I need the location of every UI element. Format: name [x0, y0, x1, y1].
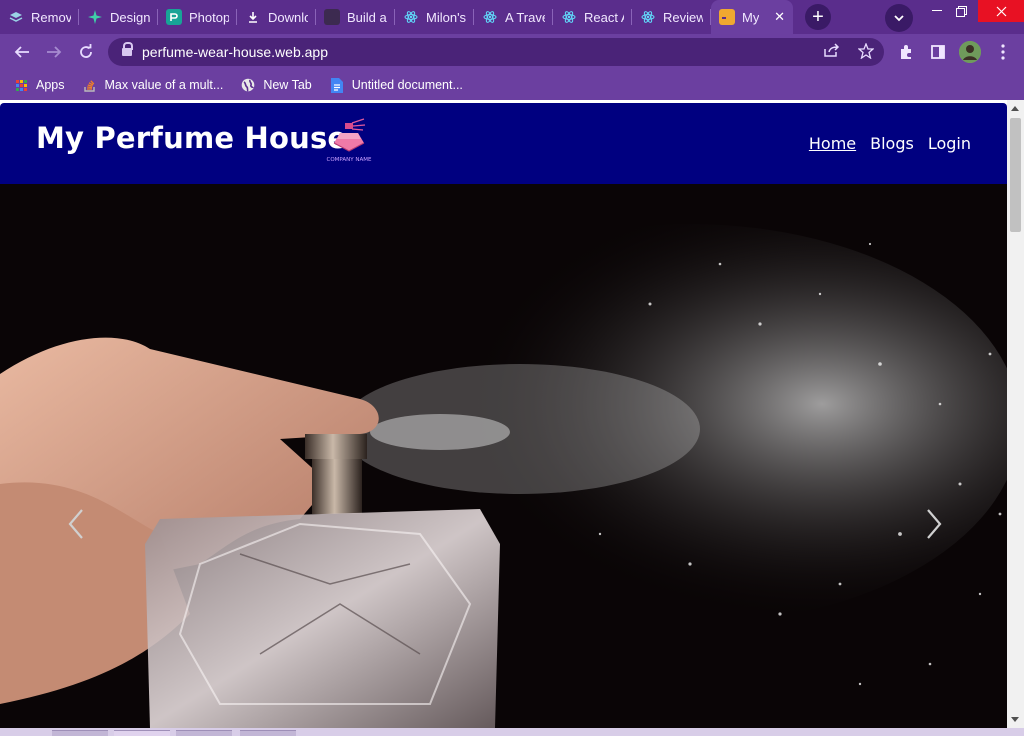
bookmark-untitled-document[interactable]: Untitled document...	[330, 77, 463, 93]
download-icon	[245, 9, 261, 25]
tab-strip: Remov Design Photop Downlo Build a Milon…	[0, 0, 1024, 34]
browser-tab[interactable]: Photop	[158, 0, 237, 34]
scroll-down-icon[interactable]	[1011, 717, 1019, 722]
nav-blogs-link[interactable]: Blogs	[870, 134, 914, 153]
docs-icon	[330, 77, 344, 93]
logo-caption: COMPANY NAME	[327, 157, 372, 163]
menu-dots-icon[interactable]	[989, 38, 1017, 66]
new-tab-button[interactable]: +	[805, 4, 831, 30]
browser-tab-active[interactable]: My ✕	[711, 0, 793, 34]
stackoverflow-icon	[83, 78, 97, 92]
os-taskbar	[0, 728, 1024, 736]
browser-tab[interactable]: A Trave	[474, 0, 553, 34]
scroll-up-icon[interactable]	[1011, 106, 1019, 111]
browser-tab[interactable]: Remov	[0, 0, 79, 34]
side-panel-icon[interactable]	[924, 38, 952, 66]
tab-search-button[interactable]	[885, 4, 913, 32]
layers-icon	[8, 9, 24, 25]
chevron-right-icon	[927, 509, 942, 539]
chevron-down-icon	[894, 15, 904, 22]
star-icon[interactable]	[857, 42, 875, 63]
bookmarks-bar: Apps Max value of a mult... New Tab Unti…	[0, 70, 1024, 100]
carousel-prev-button[interactable]	[62, 504, 92, 544]
forward-button[interactable]	[38, 36, 70, 68]
bookmark-apps[interactable]: Apps	[14, 78, 65, 92]
apps-grid-icon	[14, 78, 28, 92]
photopea-icon	[166, 9, 182, 25]
browser-tab[interactable]: Downlo	[237, 0, 316, 34]
chevron-left-icon	[68, 509, 83, 539]
perfume-spray-image	[0, 184, 1007, 728]
globe-icon	[241, 78, 255, 92]
browser-toolbar: perfume-wear-house.web.app	[0, 34, 1024, 70]
browser-tab[interactable]: Build a	[316, 0, 395, 34]
taskbar-item[interactable]	[52, 730, 108, 736]
nav-links: Home Blogs Login	[809, 134, 971, 153]
arrow-right-icon	[47, 46, 62, 58]
lock-icon	[122, 42, 133, 57]
reload-icon	[80, 44, 92, 58]
react-icon	[403, 9, 419, 25]
back-button[interactable]	[6, 36, 38, 68]
browser-tab[interactable]: Milon's	[395, 0, 474, 34]
carousel-next-button[interactable]	[918, 504, 948, 544]
react-icon	[561, 9, 577, 25]
reload-button[interactable]	[70, 36, 102, 68]
page-viewport: My Perfume House COMPANY NAME Home Blogs…	[0, 100, 1024, 728]
site-navbar: My Perfume House COMPANY NAME Home Blogs…	[0, 103, 1007, 184]
perfume-logo: COMPANY NAME	[320, 115, 378, 165]
profile-avatar[interactable]	[959, 41, 981, 63]
taskbar-item-active[interactable]	[114, 730, 170, 736]
bookmark-new-tab[interactable]: New Tab	[241, 78, 312, 92]
react-icon	[482, 9, 498, 25]
site-icon	[719, 9, 735, 25]
nav-home-link[interactable]: Home	[809, 134, 856, 153]
taskbar-item[interactable]	[176, 730, 232, 736]
hero-carousel	[0, 184, 1007, 728]
blank-icon	[324, 9, 340, 25]
site-brand[interactable]: My Perfume House	[36, 121, 347, 155]
close-window-button[interactable]	[978, 0, 1024, 22]
restore-button[interactable]	[944, 0, 978, 22]
bookmark-max-value[interactable]: Max value of a mult...	[83, 78, 223, 92]
browser-tab[interactable]: Design	[79, 0, 158, 34]
taskbar-item[interactable]	[240, 730, 296, 736]
extensions-icon[interactable]	[892, 38, 920, 66]
share-icon[interactable]	[824, 43, 840, 63]
close-tab-icon[interactable]: ✕	[774, 9, 785, 25]
browser-tab[interactable]: Review	[632, 0, 711, 34]
url-text: perfume-wear-house.web.app	[142, 44, 328, 60]
arrow-left-icon	[14, 46, 29, 58]
address-bar[interactable]: perfume-wear-house.web.app	[108, 38, 884, 66]
browser-tab[interactable]: React A	[553, 0, 632, 34]
page-scrollbar[interactable]	[1007, 100, 1024, 728]
nav-login-link[interactable]: Login	[928, 134, 971, 153]
react-icon	[640, 9, 656, 25]
sparkle-icon	[87, 9, 103, 25]
scrollbar-thumb[interactable]	[1010, 118, 1021, 232]
